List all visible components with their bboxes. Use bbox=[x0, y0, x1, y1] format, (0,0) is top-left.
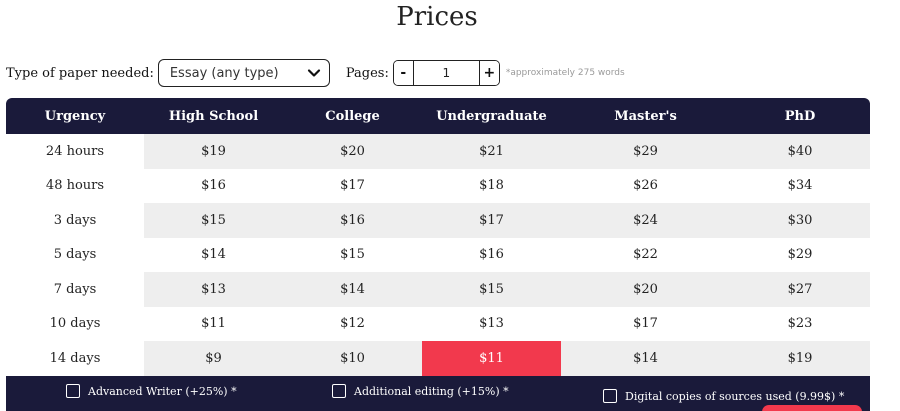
table-row: 3 days $15 $16 $17 $24 $30 bbox=[6, 203, 870, 238]
urgency-cell: 10 days bbox=[6, 306, 144, 341]
urgency-cell: 7 days bbox=[6, 272, 144, 307]
pages-decrement-button[interactable]: - bbox=[393, 61, 414, 85]
price-cell[interactable]: $30 bbox=[730, 203, 870, 238]
advanced-writer-label: Advanced Writer (+25%) * bbox=[88, 384, 237, 398]
urgency-cell: 48 hours bbox=[6, 168, 144, 203]
price-cell[interactable]: $19 bbox=[730, 341, 870, 376]
price-cell[interactable]: $16 bbox=[422, 237, 561, 272]
price-cell[interactable]: $15 bbox=[283, 237, 422, 272]
order-button[interactable] bbox=[762, 405, 862, 411]
price-cell[interactable]: $14 bbox=[561, 341, 730, 376]
pages-increment-button[interactable]: + bbox=[478, 61, 499, 85]
price-cell[interactable]: $40 bbox=[730, 134, 870, 169]
price-cell[interactable]: $17 bbox=[283, 168, 422, 203]
price-cell[interactable]: $17 bbox=[422, 203, 561, 238]
chevron-down-icon bbox=[307, 69, 320, 77]
price-cell[interactable]: $21 bbox=[422, 134, 561, 169]
price-cell[interactable]: $24 bbox=[561, 203, 730, 238]
digital-copies-option[interactable]: Digital copies of sources used (9.99$) * bbox=[603, 389, 844, 403]
price-cell[interactable]: $17 bbox=[561, 306, 730, 341]
price-cell[interactable]: $13 bbox=[422, 306, 561, 341]
paper-type-label: Type of paper needed: bbox=[6, 65, 154, 81]
price-table: Urgency High School College Undergraduat… bbox=[6, 98, 870, 376]
paper-type-value: Essay (any type) bbox=[169, 65, 279, 81]
page-title: Prices bbox=[396, 2, 478, 32]
price-cell[interactable]: $12 bbox=[283, 306, 422, 341]
pages-label: Pages: bbox=[345, 65, 389, 81]
pages-hint: *approximately 275 words bbox=[505, 68, 625, 78]
price-cell[interactable]: $23 bbox=[730, 306, 870, 341]
price-cell[interactable]: $13 bbox=[144, 272, 283, 307]
header-college: College bbox=[325, 108, 380, 124]
price-cell[interactable]: $16 bbox=[283, 203, 422, 238]
header-urgency: Urgency bbox=[44, 108, 106, 124]
price-cell[interactable]: $11 bbox=[144, 306, 283, 341]
price-cell[interactable]: $14 bbox=[283, 272, 422, 307]
table-row: 7 days $13 $14 $15 $20 $27 bbox=[6, 272, 870, 307]
header-masters: Master's bbox=[614, 108, 677, 124]
price-cell[interactable]: $20 bbox=[283, 134, 422, 169]
table-row: 48 hours $16 $17 $18 $26 $34 bbox=[6, 168, 870, 203]
additional-editing-option[interactable]: Additional editing (+15%) * bbox=[332, 384, 509, 398]
price-cell-selected[interactable]: $11 bbox=[422, 341, 561, 376]
table-row: 5 days $14 $15 $16 $22 $29 bbox=[6, 237, 870, 272]
price-cell[interactable]: $27 bbox=[730, 272, 870, 307]
additional-editing-checkbox[interactable] bbox=[332, 384, 346, 398]
price-cell[interactable]: $16 bbox=[144, 168, 283, 203]
table-row: 14 days $9 $10 $11 $14 $19 bbox=[6, 341, 870, 376]
urgency-cell: 24 hours bbox=[6, 134, 144, 169]
paper-type-select[interactable]: Essay (any type) bbox=[157, 59, 330, 87]
table-row: 24 hours $19 $20 $21 $29 $40 bbox=[6, 134, 870, 169]
price-cell[interactable]: $9 bbox=[144, 341, 283, 376]
header-undergraduate: Undergraduate bbox=[436, 108, 547, 124]
price-cell[interactable]: $20 bbox=[561, 272, 730, 307]
price-cell[interactable]: $18 bbox=[422, 168, 561, 203]
options-bar: Advanced Writer (+25%) * Additional edit… bbox=[6, 376, 870, 411]
advanced-writer-option[interactable]: Advanced Writer (+25%) * bbox=[66, 384, 237, 398]
urgency-cell: 5 days bbox=[6, 237, 144, 272]
price-cell[interactable]: $10 bbox=[283, 341, 422, 376]
digital-copies-checkbox[interactable] bbox=[603, 389, 617, 403]
urgency-cell: 3 days bbox=[6, 203, 144, 238]
price-cell[interactable]: $29 bbox=[730, 237, 870, 272]
table-row: 10 days $11 $12 $13 $17 $23 bbox=[6, 306, 870, 341]
pages-input[interactable]: 1 bbox=[414, 61, 479, 85]
price-cell[interactable]: $34 bbox=[730, 168, 870, 203]
price-cell[interactable]: $14 bbox=[144, 237, 283, 272]
price-cell[interactable]: $19 bbox=[144, 134, 283, 169]
additional-editing-label: Additional editing (+15%) * bbox=[354, 384, 509, 398]
header-high-school: High School bbox=[168, 108, 259, 124]
price-cell[interactable]: $22 bbox=[561, 237, 730, 272]
price-cell[interactable]: $29 bbox=[561, 134, 730, 169]
digital-copies-label: Digital copies of sources used (9.99$) * bbox=[625, 389, 845, 403]
price-cell[interactable]: $15 bbox=[144, 203, 283, 238]
price-cell[interactable]: $26 bbox=[561, 168, 730, 203]
table-header: Urgency High School College Undergraduat… bbox=[6, 98, 870, 134]
urgency-cell: 14 days bbox=[6, 341, 144, 376]
order-controls: Type of paper needed: Essay (any type) P… bbox=[6, 59, 625, 87]
advanced-writer-checkbox[interactable] bbox=[66, 384, 80, 398]
header-phd: PhD bbox=[784, 108, 816, 124]
price-cell[interactable]: $15 bbox=[422, 272, 561, 307]
pages-stepper: - 1 + bbox=[392, 60, 500, 86]
